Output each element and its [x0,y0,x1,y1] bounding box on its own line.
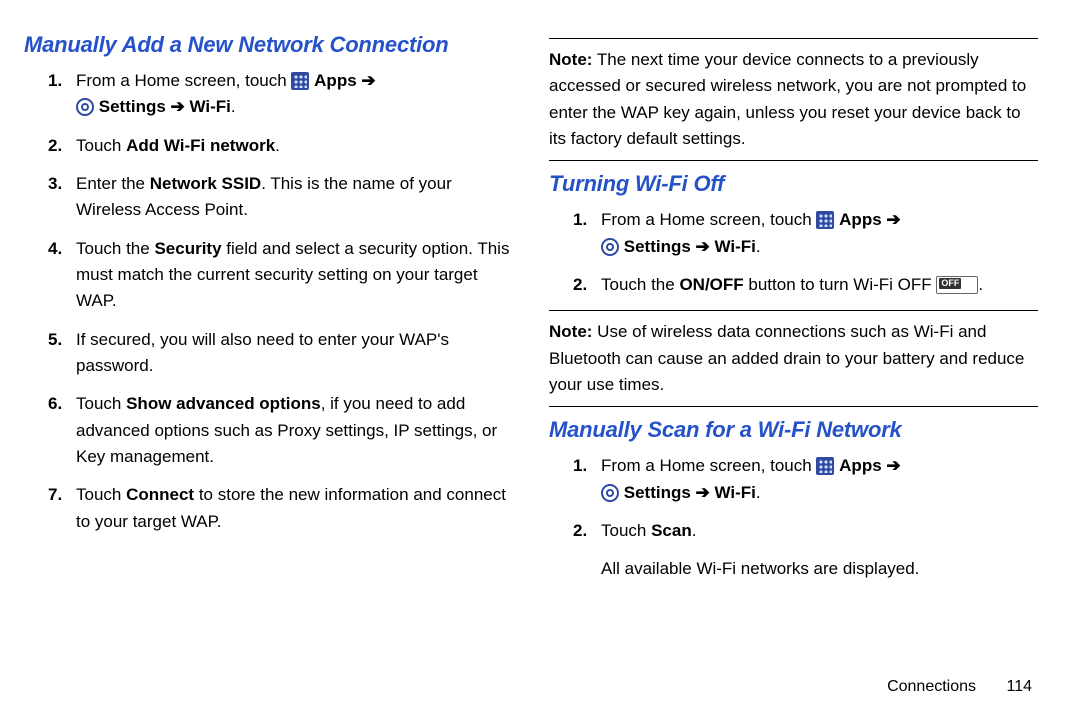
divider [549,38,1038,39]
divider [549,310,1038,311]
step-1: From a Home screen, touch Apps ➔ Setting… [573,453,1038,506]
step-2: Touch the ON/OFF button to turn Wi-Fi OF… [573,272,1038,298]
settings-icon [76,98,94,116]
step-6: Touch Show advanced options, if you need… [48,391,513,470]
settings-icon [601,238,619,256]
divider [549,406,1038,407]
footer-section: Connections [887,678,976,695]
divider [549,160,1038,161]
page-footer: Connections 114 [887,678,1032,696]
step-2: Touch Scan. [573,518,1038,544]
apps-icon [816,457,834,475]
heading-manual-scan: Manually Scan for a Wi-Fi Network [549,417,1038,443]
step-7: Touch Connect to store the new informati… [48,482,513,535]
manual-page: Manually Add a New Network Connection Fr… [0,0,1080,720]
note-battery: Note: Use of wireless data connections s… [549,319,1038,398]
off-switch-icon [936,276,978,294]
apps-icon [291,72,309,90]
scan-result-text: All available Wi-Fi networks are display… [601,556,1038,582]
step-5: If secured, you will also need to enter … [48,327,513,380]
step-3: Enter the Network SSID. This is the name… [48,171,513,224]
settings-icon [601,484,619,502]
apps-icon [816,211,834,229]
step-4: Touch the Security field and select a se… [48,236,513,315]
footer-page-number: 114 [1006,678,1032,695]
heading-manually-add: Manually Add a New Network Connection [24,32,513,58]
steps-turning-off: From a Home screen, touch Apps ➔ Setting… [573,207,1038,298]
steps-manually-add: From a Home screen, touch Apps ➔ Setting… [48,68,513,535]
step-2: Touch Add Wi-Fi network. [48,133,513,159]
right-column: Note: The next time your device connects… [531,32,1038,700]
step-1: From a Home screen, touch Apps ➔ Setting… [48,68,513,121]
note-reconnect: Note: The next time your device connects… [549,47,1038,152]
heading-turning-off: Turning Wi-Fi Off [549,171,1038,197]
left-column: Manually Add a New Network Connection Fr… [24,32,531,700]
steps-manual-scan: From a Home screen, touch Apps ➔ Setting… [573,453,1038,544]
step-1: From a Home screen, touch Apps ➔ Setting… [573,207,1038,260]
